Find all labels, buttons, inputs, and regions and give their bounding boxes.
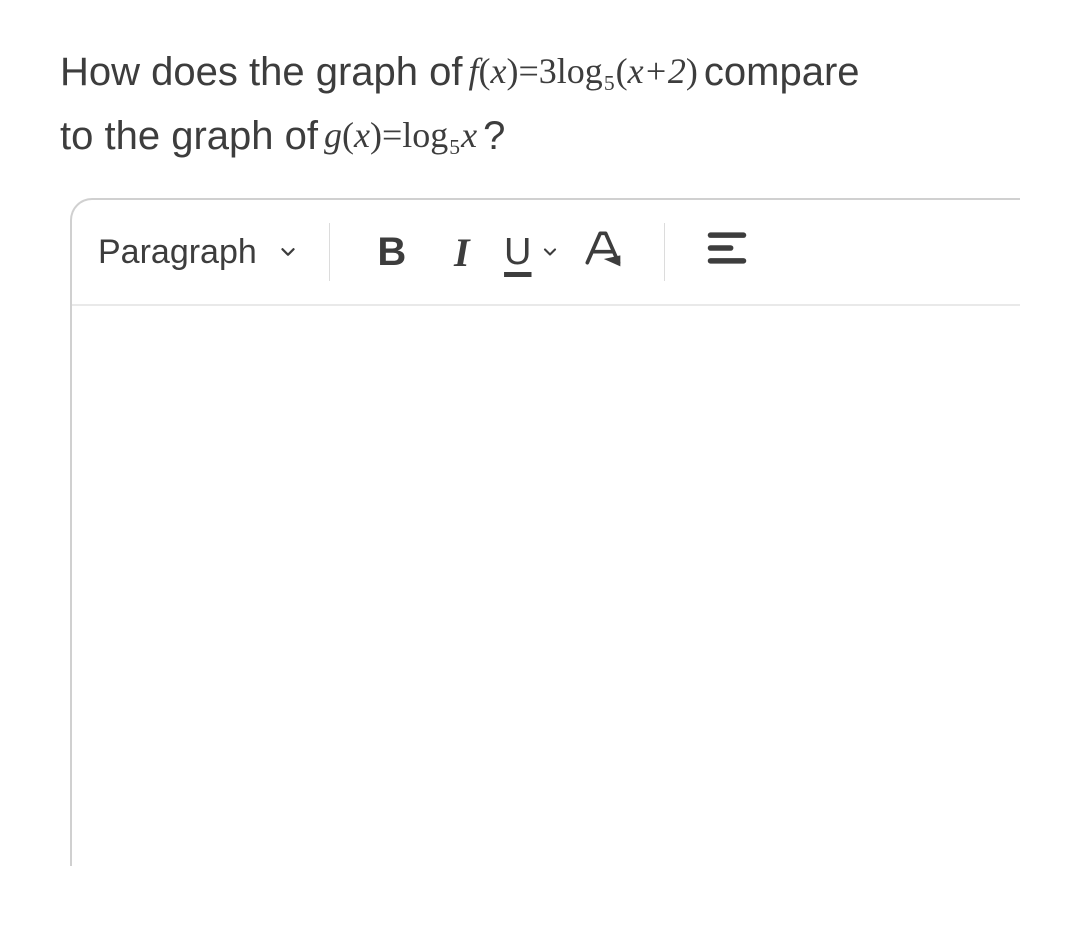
question-line1-prefix: How does the graph of	[60, 40, 462, 104]
paragraph-style-label: Paragraph	[98, 233, 257, 272]
formula-g: g(x) = log5x	[318, 107, 483, 165]
question-line2-suffix: ?	[483, 104, 505, 168]
question-text: How does the graph of f(x) = 3log5 (x+2)…	[60, 40, 1020, 168]
italic-icon: I	[454, 229, 470, 276]
text-color-button[interactable]	[570, 220, 634, 284]
toolbar-separator	[329, 223, 330, 281]
question-line1-suffix: compare	[704, 40, 860, 104]
bold-icon: B	[377, 230, 406, 275]
text-color-icon	[580, 226, 624, 279]
bold-button[interactable]: B	[360, 220, 424, 284]
question-line2-prefix: to the graph of	[60, 104, 318, 168]
underline-icon: U	[504, 231, 531, 274]
align-left-icon	[705, 226, 749, 279]
paragraph-style-select[interactable]: Paragraph	[98, 233, 299, 272]
chevron-down-icon	[540, 242, 560, 262]
italic-button[interactable]: I	[430, 220, 494, 284]
align-button[interactable]	[695, 220, 759, 284]
editor-toolbar: Paragraph B I U	[72, 200, 1020, 306]
editor-textarea[interactable]	[72, 306, 1020, 866]
formula-f: f(x) = 3log5 (x+2)	[462, 43, 703, 101]
underline-button[interactable]: U	[500, 220, 564, 284]
chevron-down-icon	[277, 241, 299, 263]
toolbar-separator	[664, 223, 665, 281]
rich-text-editor: Paragraph B I U	[70, 198, 1020, 866]
